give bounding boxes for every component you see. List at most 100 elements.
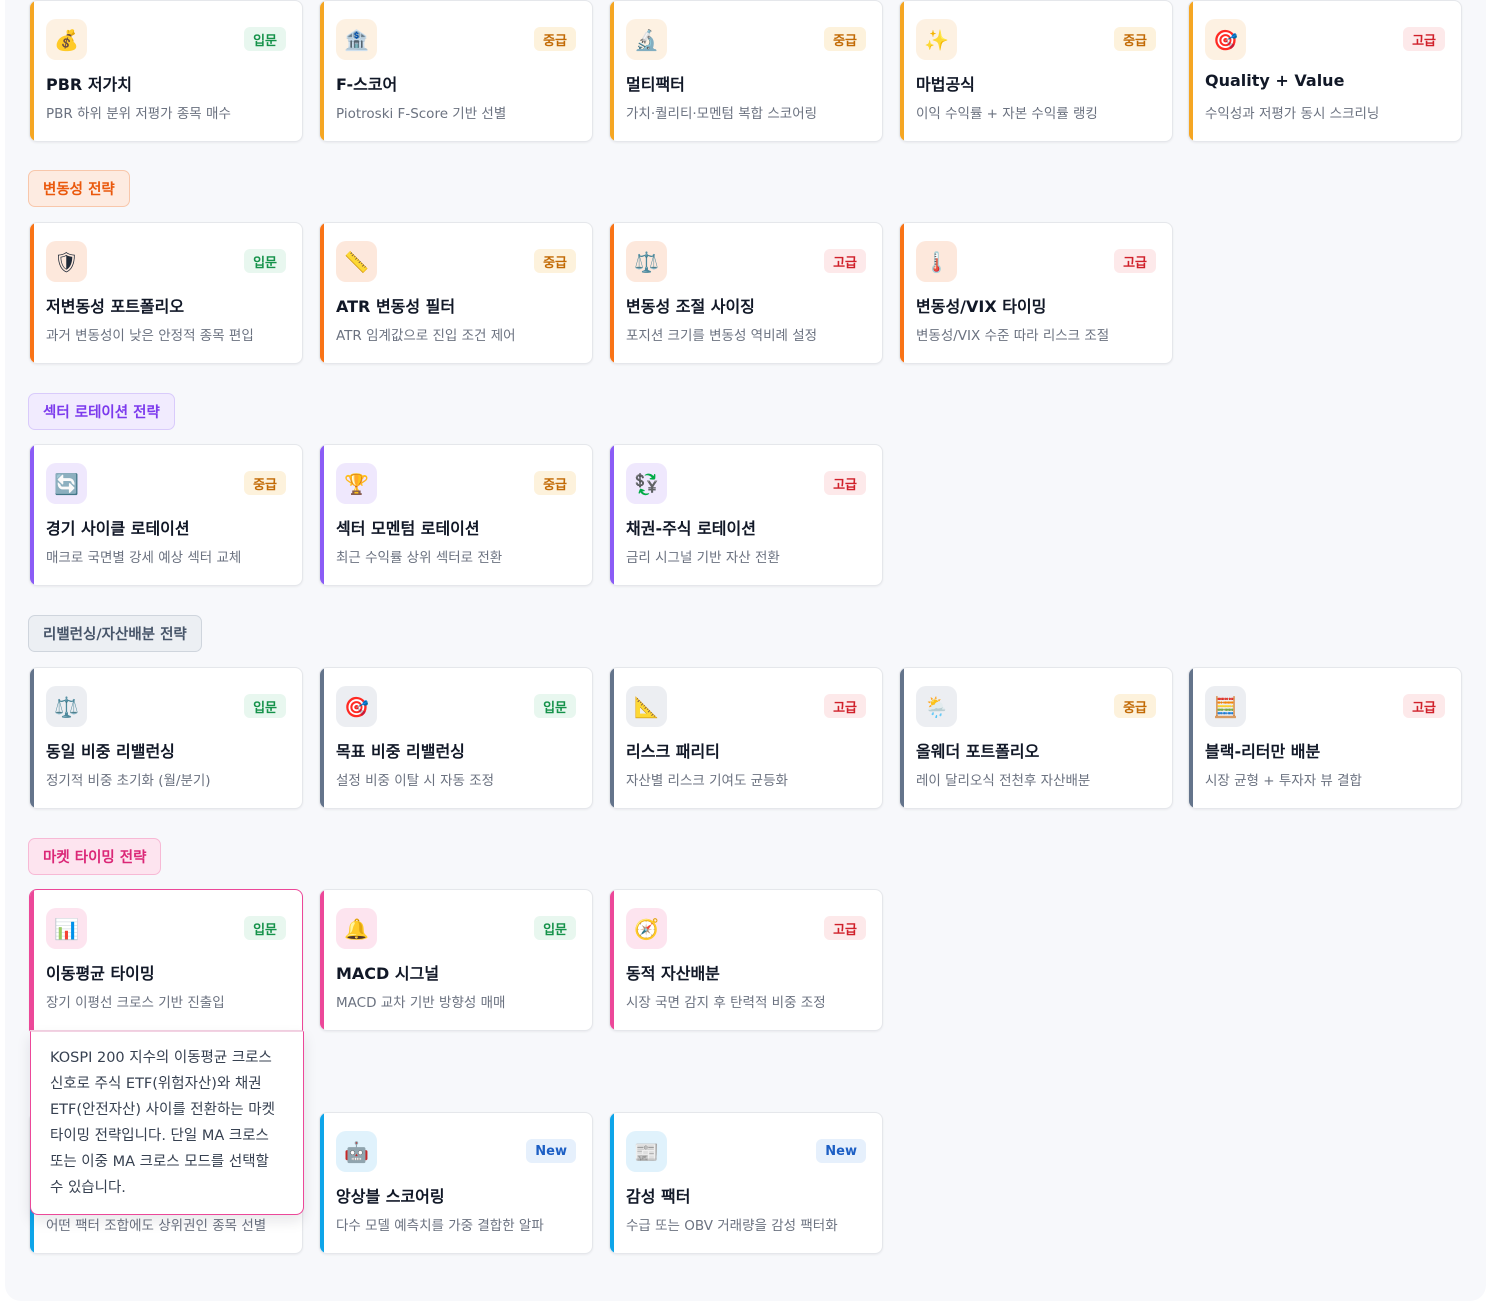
card-title: 변동성/VIX 타이밍	[916, 297, 1047, 316]
category-color-bar	[30, 1, 34, 141]
abacus-icon: 🧮	[1205, 686, 1246, 727]
card-title: MACD 시그널	[336, 964, 440, 983]
category-color-bar	[320, 668, 324, 808]
card-title: 감성 팩터	[626, 1187, 691, 1206]
card-description: PBR 하위 분위 저평가 종목 매수	[46, 106, 231, 122]
card-description: 가치·퀄리티·모멘텀 복합 스코어링	[626, 106, 818, 122]
strategy-card[interactable]: 💰 입문 PBR 저가치 PBR 하위 분위 저평가 종목 매수	[29, 0, 303, 142]
strategy-card[interactable]: 📐 고급 리스크 패리티 자산별 리스크 기여도 균등화	[609, 667, 883, 809]
level-badge: 중급	[824, 27, 866, 51]
card-description: 매크로 국면별 강세 예상 섹터 교체	[46, 550, 242, 566]
card-title: 저변동성 포트폴리오	[46, 297, 185, 316]
level-badge: 고급	[1114, 249, 1156, 273]
strategy-card[interactable]: 🛡 입문 저변동성 포트폴리오 과거 변동성이 낮은 안정적 종목 편입	[29, 222, 303, 364]
strategy-card[interactable]: 📏 중급 ATR 변동성 필터 ATR 임계값으로 진입 조건 제어	[319, 222, 593, 364]
strategy-card[interactable]: ✨ 중급 마법공식 이익 수익률 + 자본 수익률 랭킹	[899, 0, 1173, 142]
card-description: 과거 변동성이 낮은 안정적 종목 편입	[46, 328, 254, 344]
strategy-card[interactable]: ⚖️ 입문 동일 비중 리밸런싱 정기적 비중 초기화 (월/분기)	[29, 667, 303, 809]
category-color-bar	[320, 445, 324, 585]
microscope-icon: 🔬	[626, 19, 667, 60]
strategy-card[interactable]: 🌦️ 중급 올웨더 포트폴리오 레이 달리오식 전천후 자산배분	[899, 667, 1173, 809]
level-badge: 고급	[824, 916, 866, 940]
card-description: 시장 균형 + 투자자 뷰 결합	[1205, 773, 1362, 789]
bell-icon: 🔔	[336, 908, 377, 949]
level-badge: New	[526, 1139, 576, 1163]
strategy-card[interactable]: 🧭 고급 동적 자산배분 시장 국면 감지 후 탄력적 비중 조정	[609, 889, 883, 1031]
scales-icon: ⚖️	[46, 686, 87, 727]
card-description: 변동성/VIX 수준 따라 리스크 조절	[916, 328, 1110, 344]
trophy-icon: 🏆	[336, 463, 377, 504]
ruler-icon: 📏	[336, 241, 377, 282]
strategy-card[interactable]: 🔔 입문 MACD 시그널 MACD 교차 기반 방향성 매매	[319, 889, 593, 1031]
triangular-ruler-icon: 📐	[626, 686, 667, 727]
card-description: 레이 달리오식 전천후 자산배분	[916, 773, 1091, 789]
category-color-bar	[1189, 1, 1193, 141]
level-badge: 입문	[244, 249, 286, 273]
category-color-bar	[30, 445, 34, 585]
category-color-bar	[320, 1113, 324, 1253]
card-title: 멀티팩터	[626, 75, 685, 94]
strategy-card[interactable]: 🔬 중급멀티팩터가치·퀄리티·모멘텀 복합 스코어링	[609, 0, 883, 142]
level-badge: 중급	[534, 27, 576, 51]
strategy-card[interactable]: 📰 New 감성 팩터 수급 또는 OBV 거래량을 감성 팩터화	[609, 1112, 883, 1254]
sparkles-icon: ✨	[916, 19, 957, 60]
strategy-card[interactable]: 🧮 고급 블랙-리터만 배분 시장 균형 + 투자자 뷰 결합	[1188, 667, 1462, 809]
card-title: PBR 저가치	[46, 75, 132, 94]
sun-rain-cloud-icon: 🌦️	[916, 686, 957, 727]
strategy-card[interactable]: 🔄 중급 경기 사이클 로테이션 매크로 국면별 강세 예상 섹터 교체	[29, 444, 303, 586]
strategy-card[interactable]: 📊 입문 이동평균 타이밍 장기 이평선 크로스 기반 진출입	[29, 889, 303, 1031]
level-badge: 중급	[244, 471, 286, 495]
category-color-bar	[610, 668, 614, 808]
card-title: 경기 사이클 로테이션	[46, 519, 190, 538]
card-description: 금리 시그널 기반 자산 전환	[626, 550, 780, 566]
level-badge: 고급	[1403, 694, 1445, 718]
level-badge: 중급	[534, 471, 576, 495]
category-color-bar	[30, 223, 34, 363]
strategy-card[interactable]: 🏦 중급 F-스코어 Piotroski F-Score 기반 선별	[319, 0, 593, 142]
card-title: 목표 비중 리밸런싱	[336, 742, 465, 761]
category-color-bar	[320, 223, 324, 363]
level-badge: 중급	[1114, 694, 1156, 718]
card-description: 시장 국면 감지 후 탄력적 비중 조정	[626, 995, 826, 1011]
card-title: 이동평균 타이밍	[46, 964, 155, 983]
category-color-bar	[610, 1, 614, 141]
card-description: ATR 임계값으로 진입 조건 제어	[336, 328, 516, 344]
card-description: 수급 또는 OBV 거래량을 감성 팩터화	[626, 1218, 838, 1234]
category-color-bar	[30, 668, 34, 808]
strategy-tooltip: KOSPI 200 지수의 이동평균 크로스 신호로 주식 ETF(위험자산)와…	[30, 1031, 304, 1215]
level-badge: 고급	[824, 694, 866, 718]
section-header-rebalance: 리밸런싱/자산배분 전략	[28, 615, 202, 652]
strategy-card[interactable]: 🤖 New 앙상블 스코어링 다수 모델 예측치를 가중 결합한 알파	[319, 1112, 593, 1254]
strategy-card[interactable]: 🏆 중급 섹터 모멘텀 로테이션 최근 수익률 상위 섹터로 전환	[319, 444, 593, 586]
card-description: 정기적 비중 초기화 (월/분기)	[46, 773, 211, 789]
level-badge: 입문	[244, 694, 286, 718]
card-description: 포지션 크기를 변동성 역비례 설정	[626, 328, 818, 344]
category-color-bar	[320, 890, 324, 1030]
strategy-card[interactable]: 💱 고급 채권-주식 로테이션 금리 시그널 기반 자산 전환	[609, 444, 883, 586]
strategy-card[interactable]: ⚖️ 고급 변동성 조절 사이징 포지션 크기를 변동성 역비례 설정	[609, 222, 883, 364]
compass-icon: 🧭	[626, 908, 667, 949]
card-description: 다수 모델 예측치를 가중 결합한 알파	[336, 1218, 544, 1234]
card-description: 수익성과 저평가 동시 스크리닝	[1205, 106, 1380, 122]
level-badge: 입문	[244, 27, 286, 51]
level-badge: 중급	[1114, 27, 1156, 51]
card-description: 장기 이평선 크로스 기반 진출입	[46, 995, 225, 1011]
level-badge: New	[816, 1139, 866, 1163]
section-header-timing: 마켓 타이밍 전략	[28, 838, 162, 875]
card-title: 섹터 모멘텀 로테이션	[336, 519, 480, 538]
strategy-card[interactable]: 🎯 고급 Quality + Value 수익성과 저평가 동시 스크리닝	[1188, 0, 1462, 142]
section-header-volatility: 변동성 전략	[28, 170, 130, 207]
card-title: ATR 변동성 필터	[336, 297, 456, 316]
card-description: Piotroski F-Score 기반 선별	[336, 106, 507, 122]
strategy-card[interactable]: 🎯 입문 목표 비중 리밸런싱 설정 비중 이탈 시 자동 조정	[319, 667, 593, 809]
category-color-bar	[610, 445, 614, 585]
target-icon: 🎯	[336, 686, 377, 727]
card-title: 채권-주식 로테이션	[626, 519, 756, 538]
category-color-bar	[1189, 668, 1193, 808]
level-badge: 고급	[824, 249, 866, 273]
currency-exchange-icon: 💱	[626, 463, 667, 504]
category-color-bar	[900, 223, 904, 363]
card-description: 이익 수익률 + 자본 수익률 랭킹	[916, 106, 1098, 122]
strategy-card[interactable]: 🌡️ 고급 변동성/VIX 타이밍 변동성/VIX 수준 따라 리스크 조절	[899, 222, 1173, 364]
category-color-bar	[610, 890, 614, 1030]
